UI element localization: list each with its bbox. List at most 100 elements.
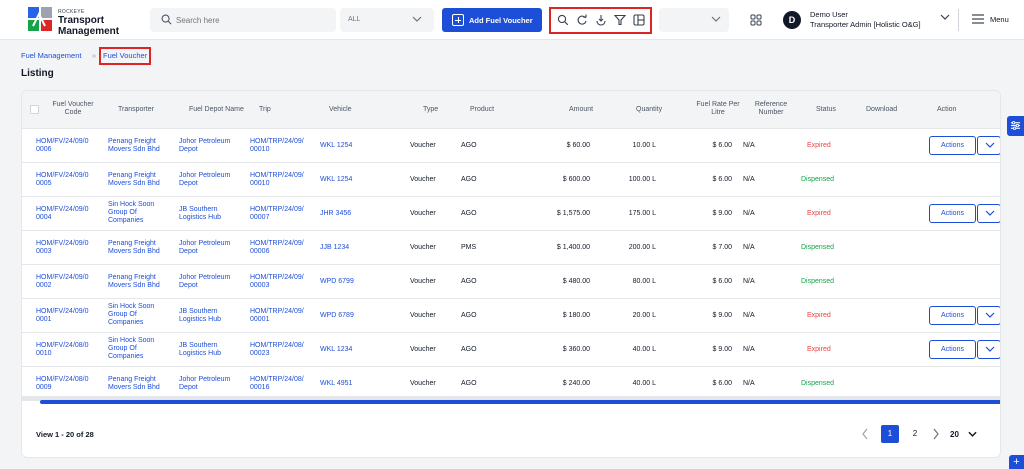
search-scope-select[interactable]: ALL <box>340 8 434 32</box>
trip-line1: HOM/TRP/24/09/ <box>250 206 304 213</box>
voucher-code[interactable]: HOM/FV/24/09/0 0005 <box>36 172 89 188</box>
col-status[interactable]: Status <box>816 106 836 114</box>
pagination-summary: View 1 - 20 of 28 <box>36 430 94 439</box>
col-download[interactable]: Download <box>866 106 897 114</box>
table-row[interactable]: HOM/FV/24/09/0 0005 Penang Freight Movers … <box>22 163 1000 197</box>
actions-dropdown[interactable] <box>977 136 1000 155</box>
columns-icon[interactable] <box>633 14 645 26</box>
select-all-checkbox[interactable] <box>30 105 39 114</box>
col-type[interactable]: Type <box>423 106 438 114</box>
transporter[interactable]: Penang Freight Movers Sdn Bhd <box>108 376 160 392</box>
trip[interactable]: HOM/TRP/24/08/00023 <box>250 342 304 358</box>
depot[interactable]: Johor Petroleum Depot <box>179 172 230 188</box>
voucher-code[interactable]: HOM/FV/24/09/0 0001 <box>36 308 89 324</box>
depot[interactable]: Johor Petroleum Depot <box>179 138 230 154</box>
col-reference[interactable]: Reference Number <box>752 101 790 117</box>
actions-dropdown[interactable] <box>977 204 1000 223</box>
actions-dropdown[interactable] <box>977 340 1000 359</box>
vehicle[interactable]: WKL 1234 <box>320 346 352 354</box>
trip[interactable]: HOM/TRP/24/09/00003 <box>250 274 304 290</box>
table-row[interactable]: HOM/FV/24/09/0 0003 Penang Freight Movers … <box>22 231 1000 265</box>
col-code[interactable]: Fuel Voucher Code <box>48 101 98 117</box>
vehicle[interactable]: JJB 1234 <box>320 244 349 252</box>
transporter[interactable]: Sin Hock Soon Group Of Companies <box>108 303 154 327</box>
actions-button[interactable]: Actions <box>929 306 976 325</box>
actions-dropdown[interactable] <box>977 306 1000 325</box>
voucher-code[interactable]: HOM/FV/24/09/0 0003 <box>36 240 89 256</box>
voucher-code[interactable]: HOM/FV/24/09/0 0006 <box>36 138 89 154</box>
breadcrumb-fuel-voucher[interactable]: Fuel Voucher <box>99 47 152 65</box>
hamburger-menu-icon[interactable] <box>972 14 984 24</box>
transporter[interactable]: Penang Freight Movers Sdn Bhd <box>108 240 160 256</box>
reference: N/A <box>743 312 755 319</box>
vehicle[interactable]: JHR 3456 <box>320 210 351 218</box>
vehicle[interactable]: WKL 1254 <box>320 176 352 184</box>
col-quantity[interactable]: Quantity <box>636 106 662 114</box>
table-row[interactable]: HOM/FV/24/09/0 0001 Sin Hock Soon Group Of… <box>22 299 1000 333</box>
voucher-code[interactable]: HOM/FV/24/09/0 0004 <box>36 206 89 222</box>
vehicle[interactable]: WKL 4951 <box>320 380 352 388</box>
col-code-line1: Fuel Voucher <box>52 101 94 108</box>
horizontal-scrollbar[interactable] <box>40 400 1000 404</box>
depot[interactable]: Johor Petroleum Depot <box>179 274 230 290</box>
depot[interactable]: JB Southern Logistics Hub <box>179 206 221 222</box>
chevron-left-icon[interactable] <box>861 428 869 440</box>
page-size-select[interactable]: 20 <box>950 426 986 444</box>
amount: $ 60.00 <box>566 142 590 149</box>
refresh-icon[interactable] <box>576 14 588 26</box>
voucher-code[interactable]: HOM/FV/24/08/0 0010 <box>36 342 89 358</box>
avatar[interactable]: D <box>783 11 801 29</box>
col-amount[interactable]: Amount <box>569 106 593 114</box>
transporter[interactable]: Penang Freight Movers Sdn Bhd <box>108 274 160 290</box>
filter-icon[interactable] <box>614 14 626 26</box>
chevron-down-icon[interactable] <box>940 14 950 21</box>
table-row[interactable]: HOM/FV/24/09/0 0004 Sin Hock Soon Group Of… <box>22 197 1000 231</box>
actions-button[interactable]: Actions <box>929 340 976 359</box>
trip[interactable]: HOM/TRP/24/09/00006 <box>250 240 304 256</box>
transporter[interactable]: Sin Hock Soon Group Of Companies <box>108 201 154 225</box>
page-2-button[interactable]: 2 <box>906 425 924 443</box>
transporter[interactable]: Penang Freight Movers Sdn Bhd <box>108 138 160 154</box>
col-depot[interactable]: Fuel Depot Name <box>189 106 244 114</box>
page-1-button[interactable]: 1 <box>881 425 899 443</box>
trip[interactable]: HOM/TRP/24/08/00016 <box>250 376 304 392</box>
trip[interactable]: HOM/TRP/24/09/00007 <box>250 206 304 222</box>
col-transporter[interactable]: Transporter <box>118 106 154 114</box>
add-icon[interactable]: + <box>1009 455 1024 469</box>
chevron-right-icon[interactable] <box>932 428 940 440</box>
table-row[interactable]: HOM/FV/24/09/0 0002 Penang Freight Movers … <box>22 265 1000 299</box>
depot[interactable]: JB Southern Logistics Hub <box>179 342 221 358</box>
transporter[interactable]: Sin Hock Soon Group Of Companies <box>108 337 154 361</box>
trip[interactable]: HOM/TRP/24/09/00001 <box>250 308 304 324</box>
depot[interactable]: Johor Petroleum Depot <box>179 376 230 392</box>
col-vehicle[interactable]: Vehicle <box>329 106 352 114</box>
vehicle[interactable]: WPD 6789 <box>320 312 354 320</box>
trip[interactable]: HOM/TRP/24/09/00010 <box>250 172 304 188</box>
col-product[interactable]: Product <box>470 106 494 114</box>
download-icon[interactable] <box>595 14 607 26</box>
menu-label[interactable]: Menu <box>990 15 1009 24</box>
depot[interactable]: Johor Petroleum Depot <box>179 240 230 256</box>
col-trip[interactable]: Trip <box>259 106 271 114</box>
search-icon[interactable] <box>557 14 569 26</box>
search-box[interactable] <box>150 8 336 32</box>
table-row[interactable]: HOM/FV/24/08/0 0010 Sin Hock Soon Group Of… <box>22 333 1000 367</box>
table-row[interactable]: HOM/FV/24/09/0 0006 Penang Freight Movers … <box>22 129 1000 163</box>
col-rate-line1: Fuel Rate Per <box>696 101 740 108</box>
voucher-code[interactable]: HOM/FV/24/09/0 0002 <box>36 274 89 290</box>
search-input[interactable] <box>176 13 326 27</box>
apps-grid-icon[interactable] <box>750 14 762 26</box>
actions-button[interactable]: Actions <box>929 204 976 223</box>
voucher-code[interactable]: HOM/FV/24/08/0 0009 <box>36 376 89 392</box>
depot[interactable]: JB Southern Logistics Hub <box>179 308 221 324</box>
col-rate[interactable]: Fuel Rate Per Litre <box>692 101 744 117</box>
side-filter-button[interactable] <box>1007 116 1024 136</box>
transporter[interactable]: Penang Freight Movers Sdn Bhd <box>108 172 160 188</box>
vehicle[interactable]: WKL 1254 <box>320 142 352 150</box>
add-fuel-voucher-button[interactable]: Add Fuel Voucher <box>442 8 542 32</box>
breadcrumb-fuel-management[interactable]: Fuel Management <box>21 51 81 60</box>
actions-button[interactable]: Actions <box>929 136 976 155</box>
company-select[interactable] <box>659 8 729 32</box>
trip[interactable]: HOM/TRP/24/09/00010 <box>250 138 304 154</box>
vehicle[interactable]: WPD 6799 <box>320 278 354 286</box>
